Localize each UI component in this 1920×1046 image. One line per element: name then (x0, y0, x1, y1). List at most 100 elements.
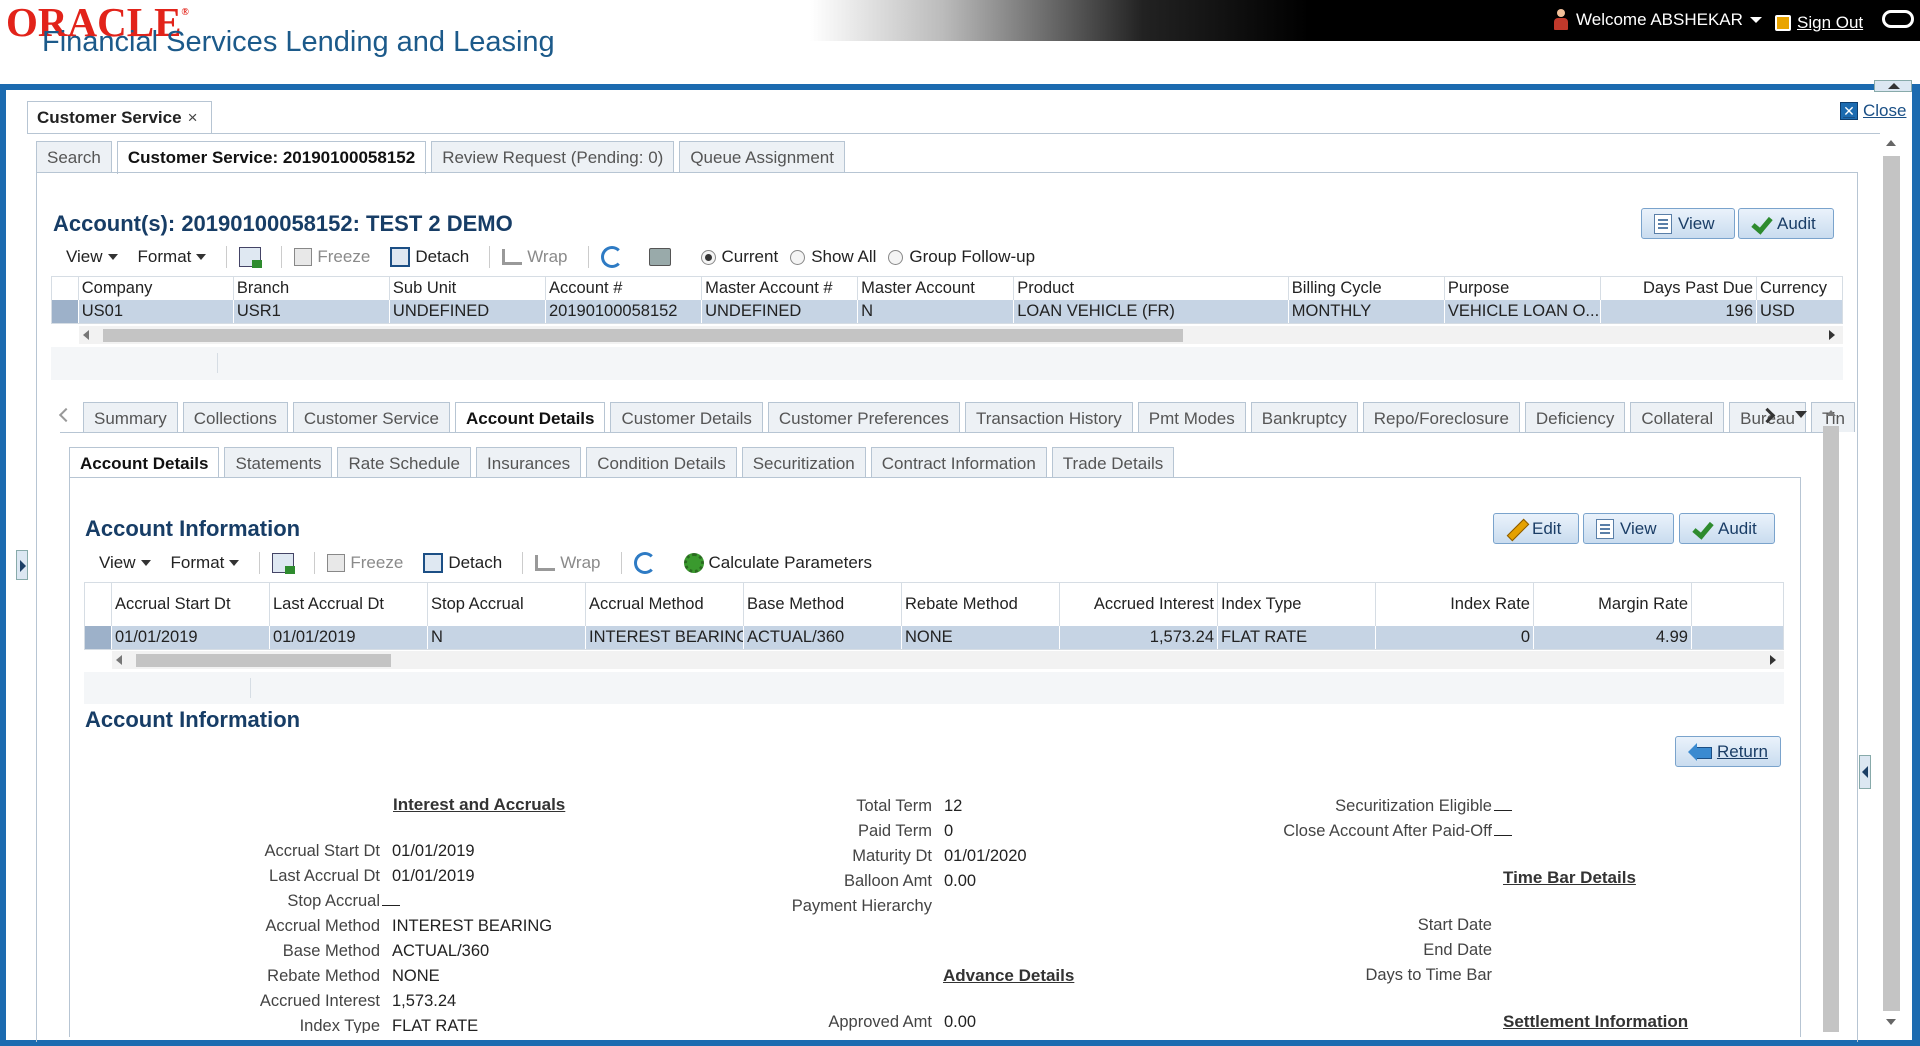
scroll-left-icon[interactable] (83, 330, 89, 340)
tab-securitization[interactable]: Securitization (741, 447, 866, 477)
col-product[interactable]: Product (1014, 277, 1289, 300)
wrap-button[interactable]: Wrap (535, 553, 601, 573)
col-master-account[interactable]: Master Account (858, 277, 1015, 300)
tabs-menu-icon[interactable] (1795, 411, 1807, 418)
col-accrued-interest[interactable]: Accrued Interest (1060, 583, 1218, 626)
print-button[interactable] (648, 248, 671, 266)
accounts-view-button[interactable]: View (1641, 208, 1735, 239)
scrollbar-thumb[interactable] (103, 329, 1183, 342)
col-stop-accrual[interactable]: Stop Accrual (428, 583, 586, 626)
tab-collections[interactable]: Collections (182, 402, 288, 432)
tab-search[interactable]: Search (36, 141, 112, 172)
col-days-past-due[interactable]: Days Past Due (1601, 277, 1758, 300)
col-account-number[interactable]: Account # (546, 277, 703, 300)
tab-insurances[interactable]: Insurances (476, 447, 582, 477)
chevron-left-icon[interactable] (60, 409, 70, 423)
col-accrual-start-dt[interactable]: Accrual Start Dt (112, 583, 270, 626)
col-accrual-method[interactable]: Accrual Method (586, 583, 744, 626)
detach-button[interactable]: Detach (423, 553, 502, 573)
main-vertical-scrollbar[interactable] (1880, 136, 1902, 1032)
tab-transaction-history[interactable]: Transaction History (964, 402, 1133, 432)
col-branch[interactable]: Branch (234, 277, 390, 300)
row-selector[interactable] (85, 626, 112, 649)
wrap-button[interactable]: Wrap (502, 247, 568, 267)
refresh-button[interactable] (600, 246, 623, 268)
return-button[interactable]: Return (1675, 736, 1781, 767)
calculate-parameters-button[interactable]: Calculate Parameters (683, 553, 872, 573)
detach-button[interactable]: Detach (390, 247, 469, 267)
scroll-left-icon[interactable] (116, 655, 122, 665)
radio-current[interactable]: Current (700, 247, 778, 267)
col-sub-unit[interactable]: Sub Unit (390, 277, 546, 300)
tab-account-details[interactable]: Account Details (455, 402, 606, 433)
close-window-link[interactable]: ✕ Close (1840, 101, 1906, 121)
view-menu[interactable]: View (66, 247, 118, 267)
tab-deficiency[interactable]: Deficiency (1524, 402, 1626, 432)
tab-account-details-sub[interactable]: Account Details (69, 447, 220, 477)
col-margin-rate[interactable]: Margin Rate (1534, 583, 1692, 626)
chevron-right-icon[interactable] (1764, 409, 1774, 423)
detail-vertical-scrollbar[interactable] (1822, 403, 1840, 1032)
tab-review-request[interactable]: Review Request (Pending: 0) (431, 141, 675, 172)
close-tab-icon[interactable]: × (188, 108, 198, 127)
col-billing-cycle[interactable]: Billing Cycle (1289, 277, 1445, 300)
account-info-view-button[interactable]: View (1583, 513, 1674, 544)
col-base-method[interactable]: Base Method (744, 583, 902, 626)
tab-customer-service[interactable]: Customer Service (292, 402, 450, 432)
user-menu[interactable]: Welcome ABSHEKAR (1553, 9, 1762, 31)
scrollbar-thumb[interactable] (1883, 156, 1900, 1011)
col-index-rate[interactable]: Index Rate (1376, 583, 1534, 626)
tab-summary[interactable]: Summary (83, 402, 178, 432)
scrollbar-thumb[interactable] (136, 654, 391, 667)
col-purpose[interactable]: Purpose (1445, 277, 1601, 300)
tab-rate-schedule[interactable]: Rate Schedule (337, 447, 472, 477)
tab-queue-assignment[interactable]: Queue Assignment (679, 141, 845, 172)
scroll-right-icon[interactable] (1829, 330, 1835, 340)
export-button[interactable] (272, 553, 296, 574)
view-menu[interactable]: View (99, 553, 151, 573)
tab-collateral[interactable]: Collateral (1630, 402, 1725, 432)
sign-out-link[interactable]: Sign Out (1775, 13, 1863, 33)
export-button[interactable] (239, 247, 263, 268)
radio-group-follow-up[interactable]: Group Follow-up (888, 247, 1035, 267)
tab-customer-details[interactable]: Customer Details (610, 402, 763, 432)
freeze-button[interactable]: Freeze (294, 247, 370, 267)
row-selector[interactable] (52, 300, 79, 323)
tab-repo-foreclosure[interactable]: Repo/Foreclosure (1362, 402, 1520, 432)
refresh-button[interactable] (633, 552, 656, 574)
scroll-up-icon[interactable] (1886, 140, 1896, 146)
tab-pmt-modes[interactable]: Pmt Modes (1137, 402, 1246, 432)
chevron-down-icon (196, 254, 207, 260)
tab-contract-information[interactable]: Contract Information (870, 447, 1047, 477)
scroll-up-icon[interactable] (1826, 410, 1836, 416)
tab-bankruptcy[interactable]: Bankruptcy (1250, 402, 1358, 432)
edit-button[interactable]: Edit (1493, 513, 1579, 544)
tab-trade-details[interactable]: Trade Details (1051, 447, 1175, 477)
tab-condition-details[interactable]: Condition Details (586, 447, 737, 477)
accounts-audit-button[interactable]: Audit (1738, 208, 1834, 239)
tab-customer-service-account[interactable]: Customer Service: 20190100058152 (116, 141, 427, 174)
col-rebate-method[interactable]: Rebate Method (902, 583, 1060, 626)
table-row[interactable]: 01/01/2019 01/01/2019 N INTEREST BEARING… (85, 626, 1783, 649)
scroll-right-icon[interactable] (1770, 655, 1776, 665)
col-last-accrual-dt[interactable]: Last Accrual Dt (270, 583, 428, 626)
collapse-header-button[interactable] (1874, 80, 1912, 92)
scroll-down-icon[interactable] (1886, 1019, 1896, 1025)
col-index-type[interactable]: Index Type (1218, 583, 1376, 626)
col-master-account-number[interactable]: Master Account # (702, 277, 859, 300)
col-currency[interactable]: Currency (1757, 277, 1842, 300)
scrollbar-thumb[interactable] (1823, 426, 1839, 1032)
cell-product: LOAN VEHICLE (FR) (1014, 300, 1289, 323)
window-tab-customer-service[interactable]: Customer Service × (27, 101, 212, 134)
format-menu[interactable]: Format (171, 553, 240, 573)
col-company[interactable]: Company (79, 277, 234, 300)
tab-customer-preferences[interactable]: Customer Preferences (767, 402, 960, 432)
format-menu[interactable]: Format (138, 247, 207, 267)
accounts-horizontal-scrollbar[interactable] (79, 326, 1843, 344)
tab-statements[interactable]: Statements (224, 447, 333, 477)
radio-show-all[interactable]: Show All (790, 247, 876, 267)
account-info-audit-button[interactable]: Audit (1679, 513, 1775, 544)
freeze-button[interactable]: Freeze (327, 553, 403, 573)
table-row[interactable]: US01 USR1 UNDEFINED 20190100058152 UNDEF… (52, 300, 1842, 323)
account-info-horizontal-scrollbar[interactable] (112, 651, 1784, 669)
